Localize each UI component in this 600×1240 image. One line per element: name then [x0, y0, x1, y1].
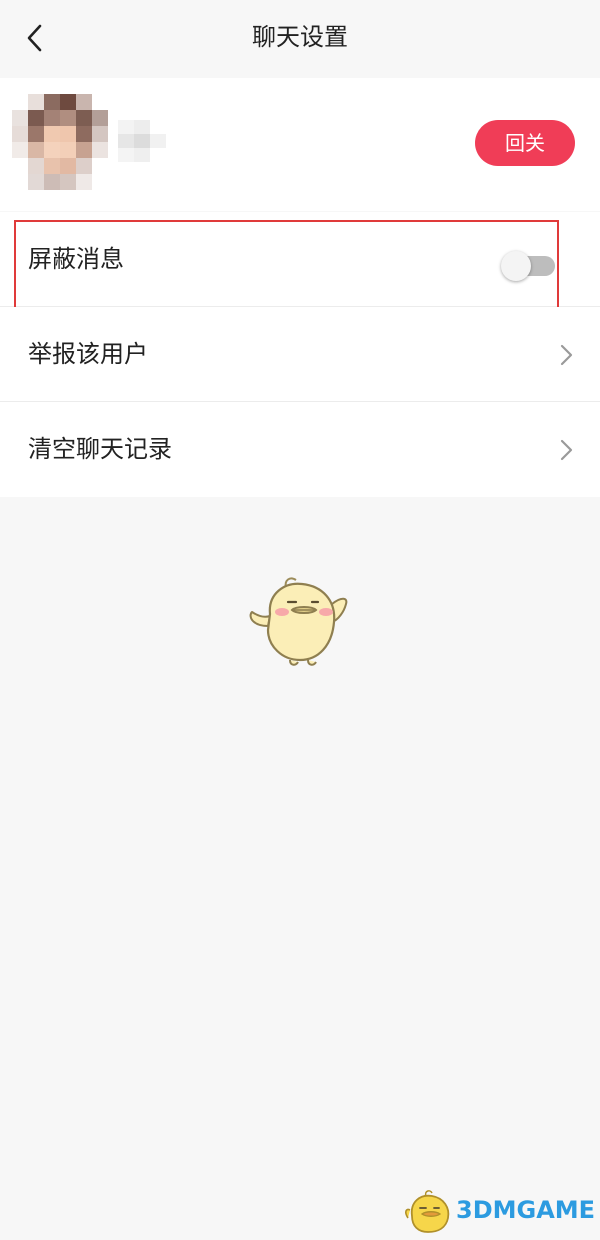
mascot-bird-illustration	[249, 577, 348, 666]
setting-label-block-messages: 屏蔽消息	[28, 245, 124, 273]
setting-row-block-messages[interactable]: 屏蔽消息	[0, 212, 600, 309]
setting-row-clear-history[interactable]: 清空聊天记录	[0, 402, 600, 497]
watermark-text: 3DMGAME	[456, 1196, 596, 1224]
top-bar: 聊天设置	[0, 0, 600, 76]
avatar[interactable]	[12, 94, 108, 190]
setting-label-clear-history: 清空聊天记录	[28, 435, 172, 463]
watermark-logo: 3DMGAME	[404, 1188, 596, 1236]
chevron-right-icon	[560, 439, 573, 461]
block-messages-toggle[interactable]	[501, 251, 555, 281]
username-blurred	[118, 120, 166, 162]
page-title: 聊天设置	[252, 23, 348, 51]
chevron-right-icon	[560, 344, 573, 366]
chat-settings-screen: 聊天设置 回关 屏蔽消息 举报该用户 清空聊天记录 3DMGAME	[0, 0, 600, 1240]
watermark-bird-icon	[405, 1190, 450, 1233]
profile-row[interactable]: 回关	[0, 78, 600, 211]
toggle-knob	[501, 251, 531, 281]
settings-list: 屏蔽消息 举报该用户 清空聊天记录	[0, 212, 600, 497]
setting-label-report-user: 举报该用户	[28, 340, 148, 368]
follow-back-button[interactable]: 回关	[475, 120, 575, 166]
setting-row-report-user[interactable]: 举报该用户	[0, 307, 600, 402]
